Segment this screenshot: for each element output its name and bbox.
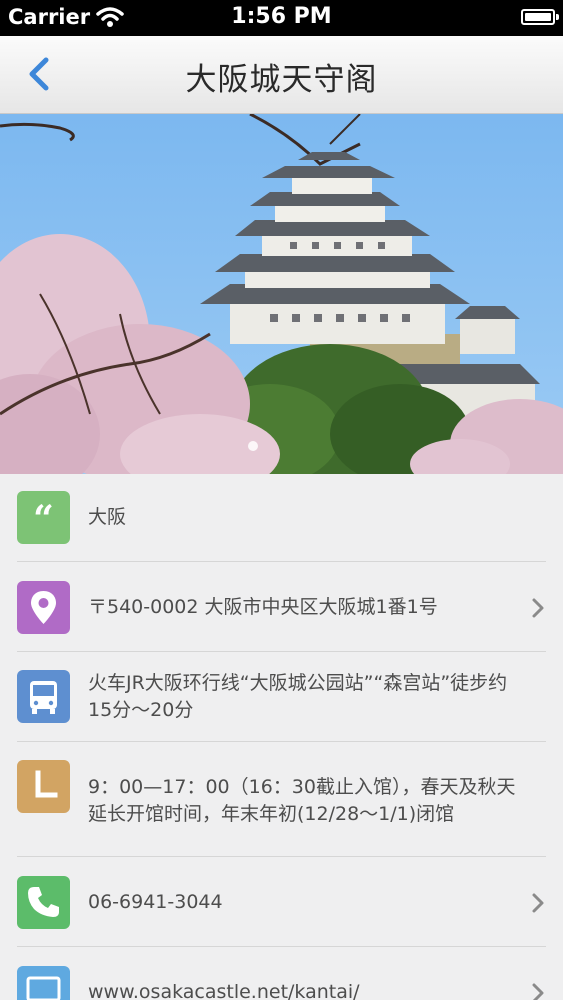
- region-text: 大阪: [88, 506, 127, 528]
- chevron-right-icon: [531, 982, 545, 1000]
- monitor-icon: [17, 966, 70, 1000]
- navigation-bar: 大阪城天守阁: [0, 36, 563, 114]
- page-title: 大阪城天守阁: [185, 62, 378, 98]
- phone-text: 06-6941-3044: [88, 891, 223, 913]
- region-row[interactable]: “ 大阪: [0, 473, 563, 562]
- hours-text: 9：00—17：00（16：30截止入馆），春天及秋天延长开馆时间，年末年初(1…: [88, 776, 516, 825]
- svg-text:“: “: [33, 498, 54, 540]
- info-list: “ 大阪 〒540-0002 大阪市中央区大阪城1番1号 火车JR大阪环行线“大…: [0, 473, 563, 1000]
- screen: 大阪城天守阁 “ 大阪 〒540-0002 大阪市中央区大阪城1番1号 火车JR…: [0, 36, 563, 1000]
- transport-row: 火车JR大阪环行线“大阪城公园站”“森宫站”徒步约15分～20分: [0, 652, 563, 742]
- phone-icon: [17, 876, 70, 929]
- website-row[interactable]: www.osakacastle.net/kantai/: [0, 947, 563, 1000]
- address-row[interactable]: 〒540-0002 大阪市中央区大阪城1番1号: [0, 562, 563, 652]
- address-text: 〒540-0002 大阪市中央区大阪城1番1号: [88, 596, 438, 618]
- website-link[interactable]: www.osakacastle.net/kantai/: [88, 979, 519, 1000]
- battery-icon: [521, 9, 559, 25]
- status-bar: Carrier 1:56 PM: [0, 0, 563, 36]
- clock-icon: [17, 760, 70, 813]
- chevron-right-icon: [531, 892, 545, 914]
- bus-icon: [17, 670, 70, 723]
- status-time: 1:56 PM: [231, 4, 332, 29]
- chevron-right-icon: [531, 597, 545, 619]
- phone-row[interactable]: 06-6941-3044: [0, 857, 563, 947]
- castle-photo[interactable]: [0, 114, 563, 474]
- location-pin-icon: [17, 581, 70, 634]
- page-indicator-dot[interactable]: [248, 441, 258, 451]
- transport-text: 火车JR大阪环行线“大阪城公园站”“森宫站”徒步约15分～20分: [88, 672, 508, 721]
- hours-row: 9：00—17：00（16：30截止入馆），春天及秋天延长开馆时间，年末年初(1…: [0, 742, 563, 857]
- quote-icon: “: [17, 491, 70, 544]
